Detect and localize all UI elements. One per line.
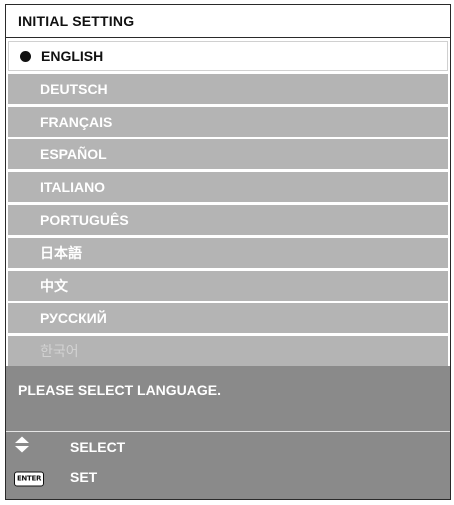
language-label: PORTUGUÊS xyxy=(40,211,129,228)
up-down-arrows-icon xyxy=(14,435,30,458)
enter-key-text: ENTER xyxy=(14,471,44,487)
title-bar: INITIAL SETTING xyxy=(6,5,450,38)
language-item-espanol[interactable]: ESPAÑOL xyxy=(8,139,448,170)
set-label: SET xyxy=(70,468,98,485)
operation-guide: SELECT ENTER SET xyxy=(6,431,450,492)
initial-setting-dialog: INITIAL SETTING ENGLISH DEUTSCH FRANÇAIS… xyxy=(5,4,451,500)
language-label: 한국어 xyxy=(40,343,79,360)
language-label: 中文 xyxy=(40,277,68,294)
selected-dot-icon xyxy=(20,50,31,62)
enter-key-icon: ENTER xyxy=(14,467,44,487)
language-item-japanese[interactable]: 日本語 xyxy=(8,237,448,268)
language-item-chinese[interactable]: 中文 xyxy=(8,270,448,301)
guide-row-select: SELECT xyxy=(6,432,450,462)
language-label: FRANÇAIS xyxy=(40,113,113,130)
language-label: DEUTSCH xyxy=(40,80,108,97)
language-item-russian[interactable]: РУССКИЙ xyxy=(8,303,448,334)
language-label: ESPAÑOL xyxy=(40,146,107,163)
language-label: РУССКИЙ xyxy=(40,310,107,327)
language-item-italiano[interactable]: ITALIANO xyxy=(8,172,448,203)
language-item-deutsch[interactable]: DEUTSCH xyxy=(8,73,448,104)
dialog-title: INITIAL SETTING xyxy=(18,13,135,29)
language-item-portugues[interactable]: PORTUGUÊS xyxy=(8,204,448,235)
instruction-message: PLEASE SELECT LANGUAGE. xyxy=(18,381,222,398)
language-item-francais[interactable]: FRANÇAIS xyxy=(8,106,448,137)
select-label: SELECT xyxy=(70,438,126,455)
language-item-english[interactable]: ENGLISH xyxy=(8,41,448,71)
language-item-korean[interactable]: 한국어 xyxy=(8,336,448,367)
language-label: 日本語 xyxy=(40,244,82,261)
message-area: PLEASE SELECT LANGUAGE. xyxy=(6,368,450,432)
language-list: ENGLISH DEUTSCH FRANÇAIS ESPAÑOL ITALIAN… xyxy=(6,38,450,367)
guide-row-set: ENTER SET xyxy=(6,462,450,492)
language-label: ENGLISH xyxy=(41,48,104,64)
language-label: ITALIANO xyxy=(40,179,106,196)
